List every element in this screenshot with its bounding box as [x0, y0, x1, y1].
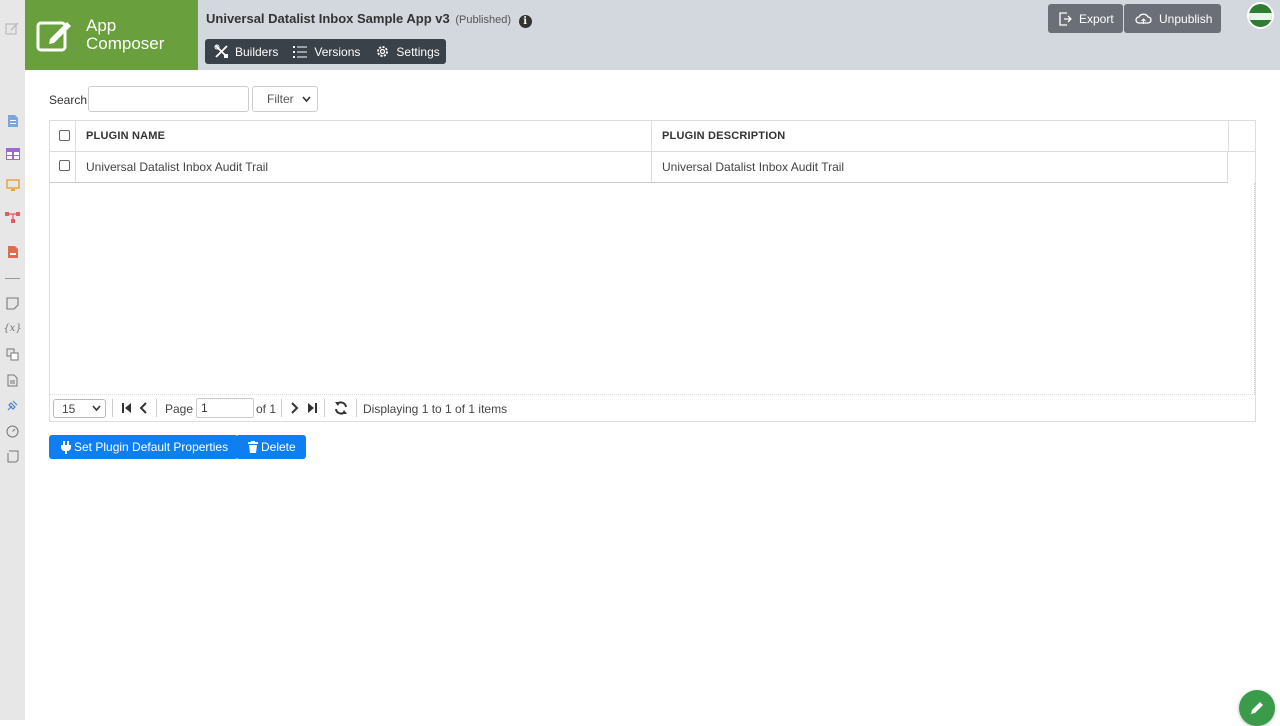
floating-edit-button[interactable] [1239, 690, 1275, 726]
builder-tabs: Builders Versions Settings [205, 39, 446, 64]
delete-button[interactable]: Delete [236, 435, 306, 459]
left-rail: {x} [0, 0, 25, 720]
plugins-table: PLUGIN NAME PLUGIN DESCRIPTION Universal… [49, 120, 1256, 422]
cloud-icon [1135, 13, 1152, 24]
filter-select[interactable]: Filter [252, 86, 318, 112]
unpublish-label: Unpublish [1159, 11, 1213, 26]
document-icon[interactable] [5, 373, 20, 388]
process-icon[interactable] [5, 210, 20, 225]
tab-builders-label: Builders [235, 44, 279, 59]
tab-settings[interactable]: Settings [375, 44, 440, 59]
info-icon[interactable]: i [518, 15, 532, 28]
app-title: Universal Datalist Inbox Sample App v3 (… [206, 11, 532, 28]
tab-versions[interactable]: Versions [293, 45, 360, 59]
resources-icon[interactable] [5, 347, 20, 362]
variable-icon[interactable]: {x} [3, 321, 21, 336]
plug-icon [61, 440, 71, 454]
app-composer-logo-icon [36, 21, 71, 52]
trash-icon [248, 441, 258, 453]
prev-page-icon[interactable] [139, 402, 148, 414]
search-input[interactable] [88, 86, 249, 112]
page-size-select[interactable]: 15 [53, 399, 106, 418]
pdf-icon[interactable] [5, 244, 20, 259]
cell-plugin-name[interactable]: Universal Datalist Inbox Audit Trail [86, 160, 268, 174]
logs-icon[interactable] [5, 449, 20, 464]
userview-icon[interactable] [5, 178, 20, 193]
column-header-plugin-description[interactable]: PLUGIN DESCRIPTION [662, 130, 785, 142]
tab-settings-label: Settings [396, 44, 440, 59]
set-plugin-default-properties-button[interactable]: Set Plugin Default Properties [49, 435, 239, 459]
top-header: App Composer Universal Datalist Inbox Sa… [25, 0, 1280, 70]
app-name: Universal Datalist Inbox Sample App v3 [206, 11, 450, 26]
list-icon [293, 45, 308, 58]
display-count-text: Displaying 1 to 1 of 1 items [363, 402, 508, 416]
table-header-row: PLUGIN NAME PLUGIN DESCRIPTION [50, 121, 1255, 152]
table-empty-area [50, 183, 1255, 395]
delete-label: Delete [261, 440, 296, 454]
pencil-icon [1251, 702, 1263, 714]
brand-line1: App [86, 16, 117, 35]
export-button[interactable]: Export [1048, 4, 1123, 33]
brand-line2: Composer [86, 34, 165, 53]
tab-versions-label: Versions [314, 44, 361, 59]
set-default-label: Set Plugin Default Properties [74, 440, 229, 454]
pagination-bar: 15 Page 1 of 1 Displaying 1 to 1 of 1 it… [50, 395, 1255, 421]
table-row[interactable]: Universal Datalist Inbox Audit Trail Uni… [50, 152, 1228, 183]
unpublish-button[interactable]: Unpublish [1124, 4, 1222, 33]
page-of-label: of 1 [256, 402, 277, 416]
builders-icon [214, 44, 228, 58]
refresh-icon[interactable] [334, 401, 348, 415]
export-label: Export [1079, 11, 1114, 26]
gear-icon [377, 46, 389, 57]
filter-selected-value: Filter [267, 92, 294, 106]
export-icon [1059, 11, 1072, 26]
last-page-icon[interactable] [307, 402, 318, 414]
search-label: Search [49, 93, 88, 107]
note-icon[interactable] [5, 296, 20, 311]
next-page-icon[interactable] [290, 402, 299, 414]
page-size-value: 15 [62, 401, 76, 416]
tab-builders[interactable]: Builders [214, 44, 278, 59]
avatar[interactable] [1247, 2, 1274, 29]
rail-divider [5, 278, 20, 279]
app-composer-brand[interactable]: App Composer [25, 0, 198, 70]
form-icon[interactable] [5, 113, 20, 128]
chevron-down-icon [92, 405, 101, 412]
column-header-plugin-name[interactable]: PLUGIN NAME [86, 130, 165, 142]
first-page-icon[interactable] [121, 402, 132, 414]
plugin-icon[interactable] [5, 398, 20, 413]
app-status: (Published) [455, 14, 511, 26]
row-checkbox[interactable] [59, 160, 70, 171]
select-all-checkbox[interactable] [59, 130, 70, 141]
performance-icon[interactable] [5, 424, 20, 439]
datalist-icon[interactable] [5, 146, 20, 161]
chevron-down-icon [302, 96, 311, 103]
page-label: Page [165, 402, 194, 416]
cell-plugin-description[interactable]: Universal Datalist Inbox Audit Trail [662, 160, 844, 174]
edit-icon[interactable] [5, 21, 20, 36]
page-number-input[interactable]: 1 [196, 398, 254, 418]
